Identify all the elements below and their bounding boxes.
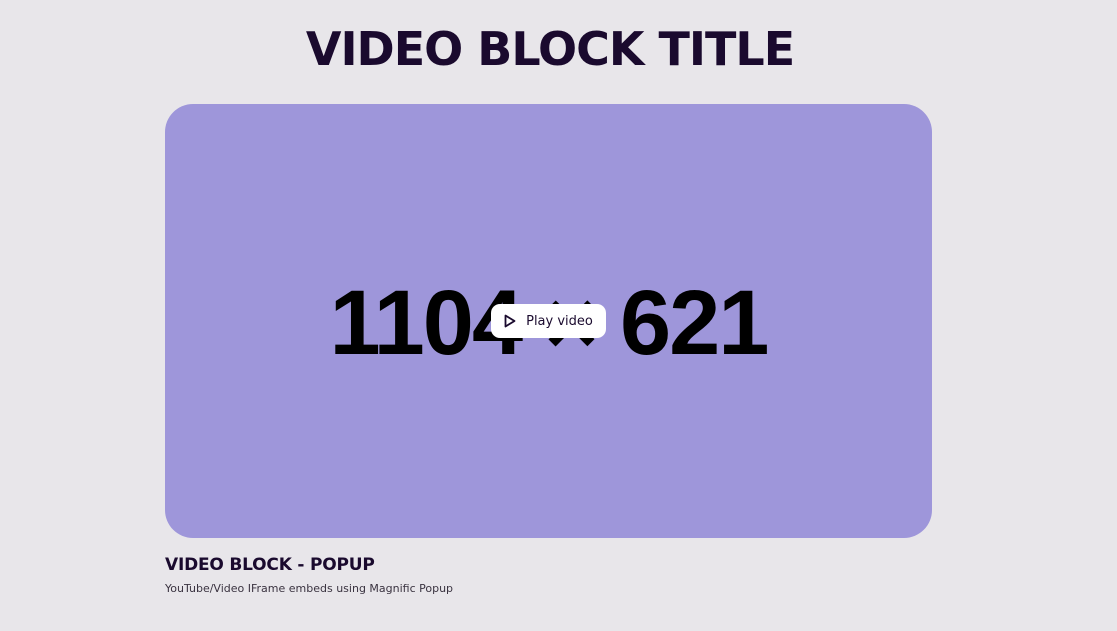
page-title: VIDEO BLOCK TITLE <box>305 22 795 76</box>
play-icon <box>504 314 516 328</box>
caption-title: VIDEO BLOCK - POPUP <box>165 555 375 575</box>
video-thumbnail[interactable]: 1104 × 621 Play video <box>165 104 932 538</box>
play-video-button[interactable]: Play video <box>491 304 606 338</box>
play-video-label: Play video <box>526 313 593 329</box>
caption-subtitle: YouTube/Video IFrame embeds using Magnif… <box>165 582 454 595</box>
